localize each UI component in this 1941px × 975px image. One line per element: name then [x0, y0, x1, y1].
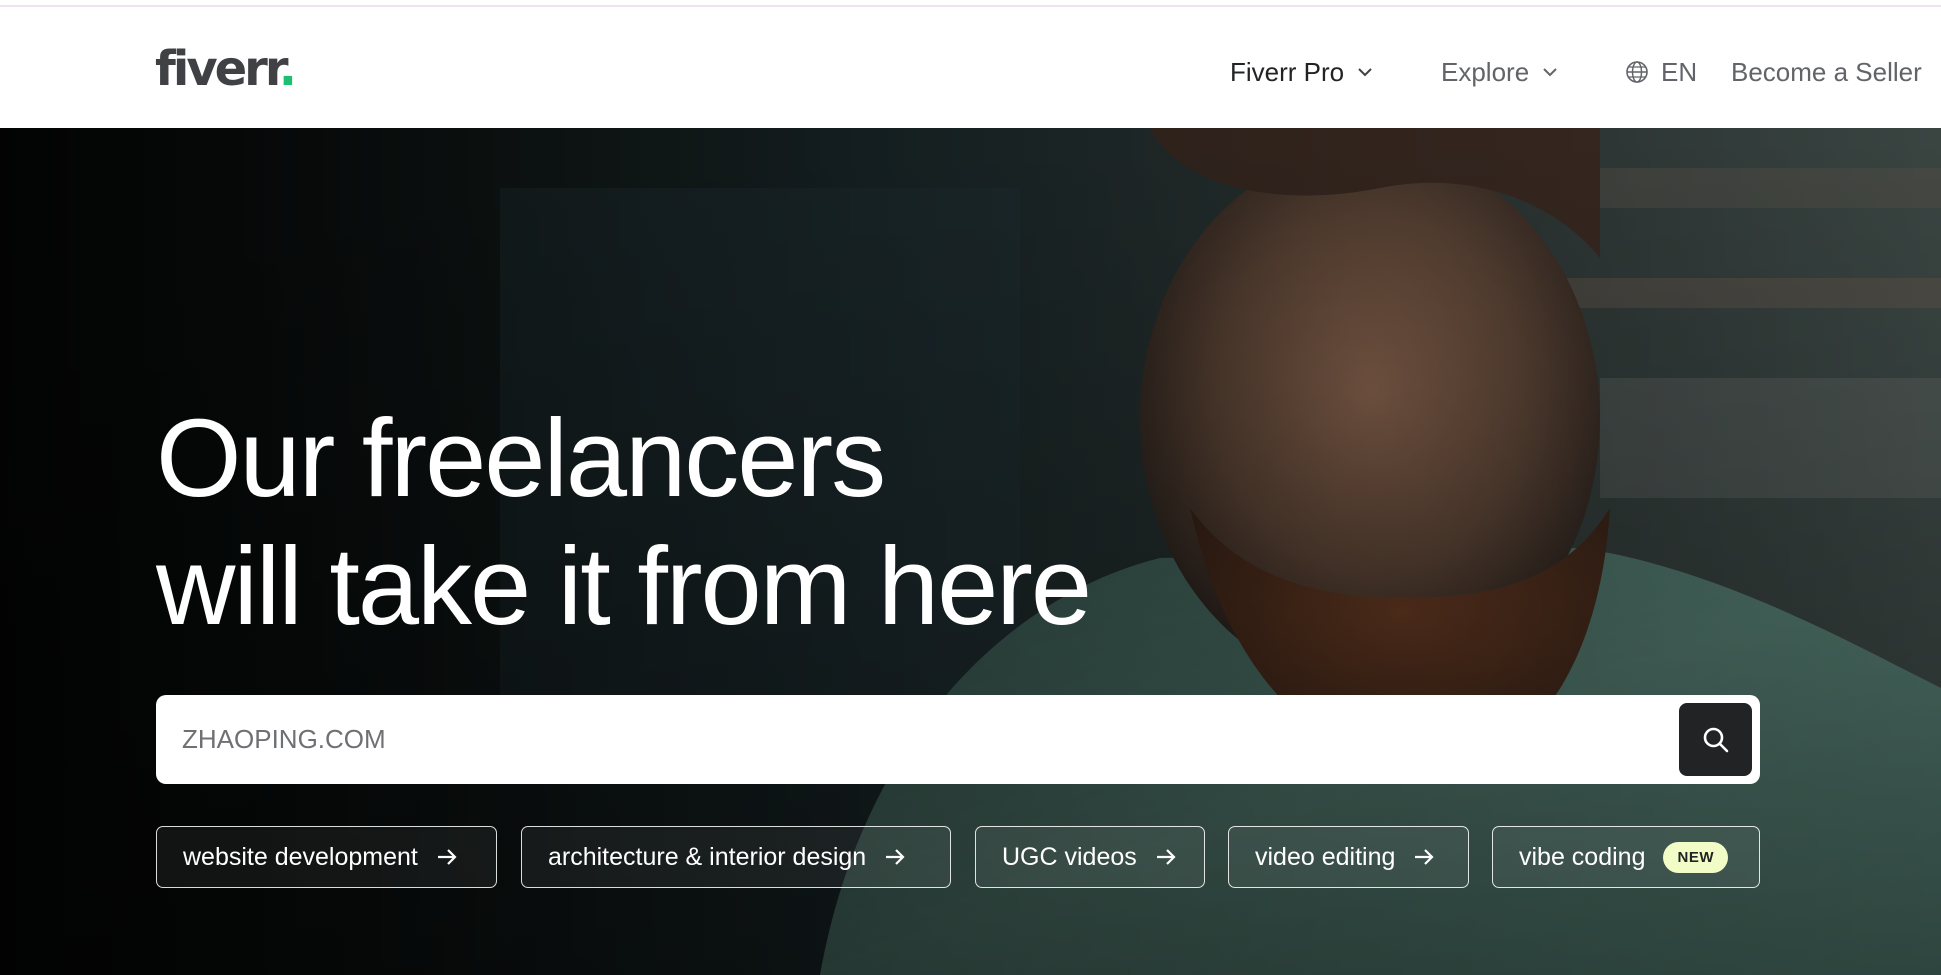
- chip-ugc-videos[interactable]: UGC videos: [975, 826, 1205, 888]
- nav-language-label: EN: [1661, 56, 1698, 87]
- new-badge: NEW: [1663, 841, 1728, 873]
- site-header: fiverr. Fiverr Pro Explore EN Become a S…: [0, 7, 1941, 128]
- search-input[interactable]: [180, 695, 1600, 784]
- arrow-right-icon: [886, 849, 905, 865]
- chip-label: architecture & interior design: [548, 842, 867, 871]
- search-icon: [1703, 727, 1728, 752]
- chip-label: UGC videos: [1002, 842, 1137, 871]
- fiverr-logo[interactable]: fiverr.: [155, 39, 297, 99]
- globe-icon: [1626, 61, 1648, 83]
- search-button[interactable]: [1679, 703, 1752, 776]
- chevron-down-icon: [1358, 68, 1372, 77]
- nav-fiverr-pro[interactable]: Fiverr Pro: [1230, 52, 1374, 92]
- search-bar: [156, 695, 1760, 784]
- hero-headline-line1: Our freelancers: [156, 397, 886, 520]
- chip-vibe-coding[interactable]: vibe coding NEW: [1492, 826, 1760, 888]
- nav-fiverr-pro-label: Fiverr Pro: [1230, 56, 1345, 87]
- hero-headline-line2: will take it from here: [156, 525, 1092, 648]
- hero-section: Our freelancers will take it from here w…: [0, 128, 1941, 975]
- logo-dot: .: [278, 41, 297, 97]
- chip-architecture-interior-design[interactable]: architecture & interior design: [521, 826, 951, 888]
- nav-explore[interactable]: Explore: [1441, 52, 1559, 92]
- chip-website-development[interactable]: website development: [156, 826, 497, 888]
- nav-language[interactable]: EN: [1625, 52, 1697, 92]
- arrow-right-icon: [437, 849, 457, 865]
- arrow-right-icon: [1415, 849, 1434, 865]
- nav-become-seller-label: Become a Seller: [1731, 56, 1922, 87]
- arrow-right-icon: [1156, 849, 1176, 865]
- hero-headline: Our freelancers will take it from here: [156, 395, 1092, 651]
- top-border: [0, 0, 1941, 7]
- nav-explore-label: Explore: [1441, 56, 1530, 87]
- logo-text: fiverr: [155, 41, 282, 97]
- chip-label: video editing: [1255, 842, 1396, 871]
- chip-label: website development: [183, 842, 418, 871]
- nav-become-seller[interactable]: Become a Seller: [1731, 52, 1922, 92]
- chevron-down-icon: [1543, 68, 1557, 77]
- chip-label: vibe coding: [1519, 842, 1646, 871]
- chip-video-editing[interactable]: video editing: [1228, 826, 1469, 888]
